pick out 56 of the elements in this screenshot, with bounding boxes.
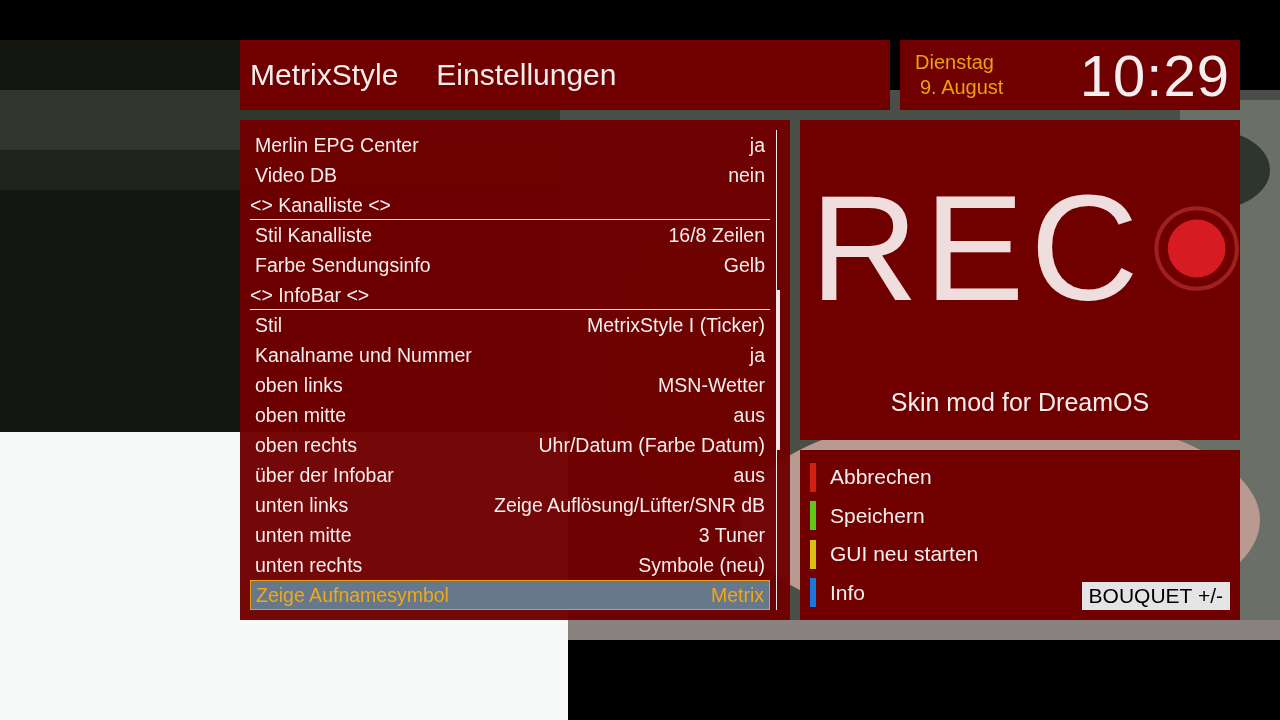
setting-label: Video DB [255,163,338,187]
settings-row[interactable]: Stil Kanalliste 16/8 Zeilen [250,220,770,250]
setting-value: 16/8 Zeilen [668,223,765,247]
settings-row[interactable]: oben links MSN-Wetter [250,370,770,400]
setting-value: 3 Tuner [698,523,765,547]
setting-value: Metrix [710,583,764,607]
setting-label: Stil [255,313,283,337]
date: 9. August [919,76,1004,99]
key-hint[interactable]: BOUQUET +/- [1081,582,1230,610]
setting-value: MSN-Wetter [658,373,765,397]
setting-value: aus [733,403,765,427]
setting-label: Zeige Aufnamesymbol [256,583,449,607]
setting-label: oben mitte [255,403,347,427]
settings-row[interactable]: unten mitte 3 Tuner [250,520,770,550]
settings-row[interactable]: Stil MetrixStyle I (Ticker) [250,310,770,340]
setting-label: Kanalname und Nummer [255,343,472,367]
settings-row[interactable]: oben rechts Uhr/Datum (Farbe Datum) [250,430,770,460]
setting-value: Zeige Auflösung/Lüfter/SNR dB [494,493,765,517]
screen-subtitle: Einstellungen [436,58,617,92]
settings-row[interactable]: unten links Zeige Auflösung/Lüfter/SNR dB [250,490,770,520]
button-label[interactable]: Abbrechen [830,465,932,490]
section-header: <> InfoBar <> [250,280,770,310]
button-label[interactable]: GUI neu starten [830,542,979,567]
setting-label: unten links [255,493,349,517]
clock-time: 10:29 [1079,41,1230,109]
section-header: <> Kanalliste <> [250,190,770,220]
settings-row[interactable]: Merlin EPG Center ja [250,130,770,160]
setting-value: Symbole (neu) [638,553,765,577]
setting-value: ja [749,343,765,367]
settings-row[interactable]: Video DB nein [250,160,770,190]
button-label[interactable]: Info [830,580,866,605]
setting-value: nein [728,163,765,187]
setting-value: Gelb [723,253,765,277]
scrollbar[interactable] [776,130,779,610]
setting-label: unten rechts [255,553,363,577]
weekday: Dienstag [915,51,995,74]
setting-label: oben links [255,373,343,397]
preview-caption: Skin mod for DreamOS [890,388,1150,417]
setting-label: oben rechts [255,433,357,457]
setting-value: ja [749,133,765,157]
setting-value: aus [733,463,765,487]
settings-row[interactable]: unten rechts Symbole (neu) [250,550,770,580]
settings-row[interactable]: Kanalname und Nummer ja [250,340,770,370]
setting-value: Uhr/Datum (Farbe Datum) [538,433,765,457]
screen-title: MetrixStyle [250,58,399,92]
setting-label: unten mitte [255,523,352,547]
button-label[interactable]: Speichern [830,503,925,528]
settings-row[interactable]: Farbe Sendungsinfo Gelb [250,250,770,280]
setting-label: Farbe Sendungsinfo [255,253,431,277]
settings-row[interactable]: oben mitte aus [250,400,770,430]
settings-row[interactable]: über der Infobar aus [250,460,770,490]
setting-label: Merlin EPG Center [255,133,419,157]
preview-logo-text: REC [810,173,1145,323]
setting-value: MetrixStyle I (Ticker) [586,313,765,337]
setting-label: Stil Kanalliste [255,223,373,247]
setting-label: über der Infobar [255,463,394,487]
